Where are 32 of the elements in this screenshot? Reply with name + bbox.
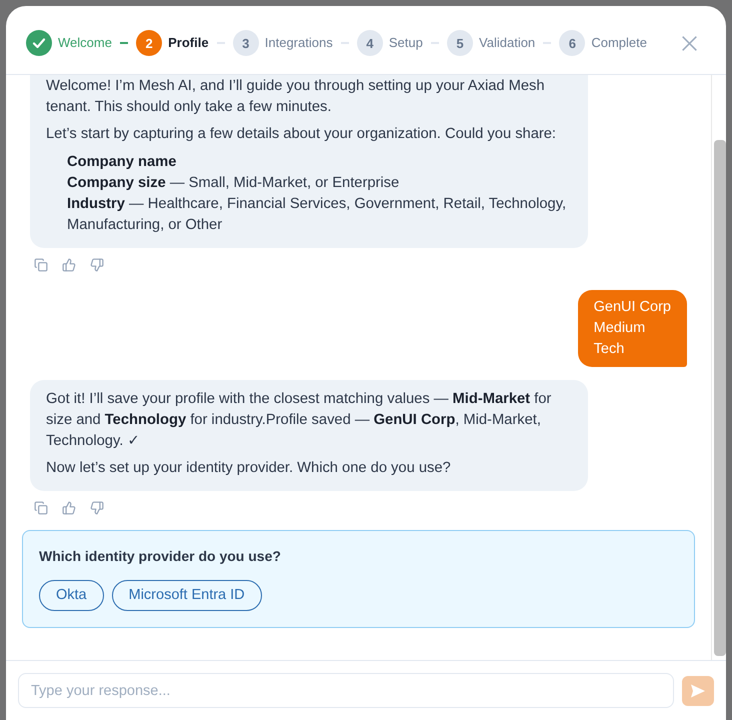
thumbs-up-icon[interactable] <box>62 258 76 272</box>
message-text: Now let’s set up your identity provider. Which one do you use? <box>46 459 452 478</box>
thumbs-up-icon[interactable] <box>62 501 76 515</box>
copy-icon[interactable] <box>34 501 48 515</box>
step-label[interactable]: Complete <box>591 35 647 51</box>
step-label[interactable]: Welcome <box>58 35 112 51</box>
step-label[interactable]: Integrations <box>264 35 333 51</box>
message-text: Welcome! I’m Mesh AI, and I’ll guide you through setting up your Axiad Mesh tenant. This should only take a few minutes. <box>46 77 546 117</box>
scrollbar-thumb[interactable] <box>714 140 726 656</box>
option-button[interactable]: Okta <box>39 580 104 611</box>
message-text: Let’s start by capturing a few details about your organization. Could you share: <box>46 125 558 144</box>
message-text: Got it! I’ll save your profile with the closest matching values — Mid-Market for size and Technology for industry.Profile saved — GenUI Corp, Mid-Market, Technology. ✓ <box>46 390 552 451</box>
step-number: 2 <box>136 30 162 56</box>
list-item: Company name <box>67 153 178 172</box>
option-button[interactable]: Microsoft Entra ID <box>112 580 262 611</box>
user-message: GenUI Corp Medium Tech <box>578 290 687 367</box>
close-icon[interactable] <box>682 36 697 50</box>
list-item: Industry — Healthcare, Financial Services, Government, Retail, Technology, Manufacturing, or Other <box>67 195 568 235</box>
step-number: 5 <box>447 30 474 56</box>
question-title: Which identity provider do you use? <box>39 547 282 566</box>
step-label[interactable]: Validation <box>479 35 536 51</box>
step-number: 4 <box>356 30 383 56</box>
thumbs-down-icon[interactable] <box>90 501 104 515</box>
list-item: Company size — Small, Mid-Market, or Enterprise <box>67 174 400 193</box>
copy-icon[interactable] <box>34 258 48 272</box>
step-number: 6 <box>559 30 586 56</box>
step-label[interactable]: Setup <box>388 35 423 51</box>
send-icon <box>690 682 706 698</box>
step-label[interactable]: Profile <box>168 35 209 51</box>
response-field[interactable]: Type your response... <box>18 673 674 708</box>
step-number: 3 <box>232 30 259 56</box>
thumbs-down-icon[interactable] <box>90 258 104 272</box>
